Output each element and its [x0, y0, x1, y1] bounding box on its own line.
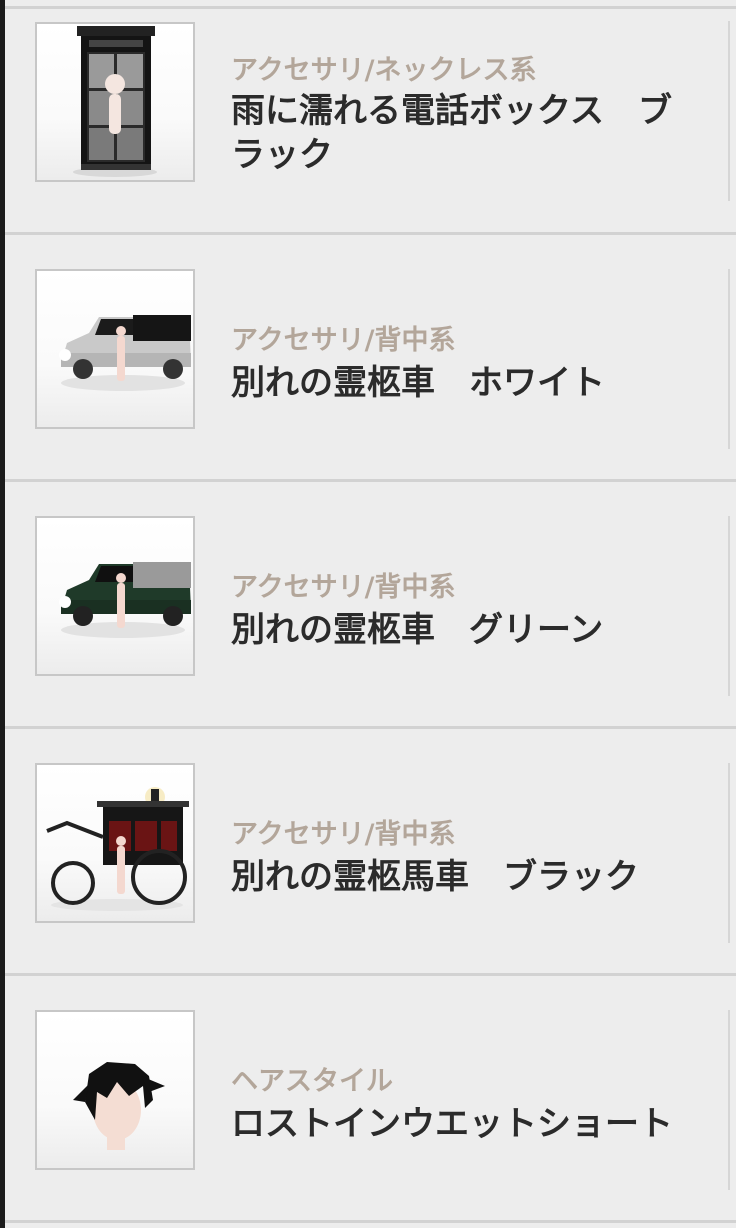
item-category: アクセサリ/背中系 [231, 325, 456, 356]
right-divider [728, 516, 730, 696]
right-divider [728, 21, 730, 201]
white-hearse-image [35, 269, 195, 429]
item-category: アクセサリ/背中系 [231, 572, 456, 603]
black-carriage-image [35, 763, 195, 923]
phone-booth-image [35, 22, 195, 182]
item-title: ロストインウエットショート [231, 1104, 673, 1144]
list-item[interactable]: アクセサリ/ネックレス系 雨に濡れる電話ボックス ブラック [5, 9, 736, 253]
item-title: 別れの霊柩車 グリーン [231, 610, 604, 650]
list-item[interactable]: アクセサリ/背中系 別れの霊柩馬車 ブラック [5, 729, 736, 973]
green-hearse-image [35, 516, 195, 676]
right-divider [728, 269, 730, 449]
right-divider [728, 1010, 730, 1190]
list-item[interactable]: ヘアスタイル ロストインウエットショート [5, 976, 736, 1220]
item-title: 雨に濡れる電話ボックス ブラック [231, 91, 672, 175]
right-divider [728, 763, 730, 943]
list-divider [5, 1220, 736, 1223]
hairstyle-image [35, 1010, 195, 1170]
item-list: アクセサリ/ネックレス系 雨に濡れる電話ボックス ブラック アクセサリ/背中系 … [5, 0, 736, 1228]
list-item[interactable]: アクセサリ/背中系 別れの霊柩車 ホワイト [5, 235, 736, 479]
item-category: アクセサリ/ネックレス系 [231, 55, 537, 86]
item-category: ヘアスタイル [231, 1066, 393, 1097]
item-category: アクセサリ/背中系 [231, 819, 456, 850]
item-title: 別れの霊柩馬車 ブラック [231, 857, 639, 897]
list-item[interactable]: アクセサリ/背中系 別れの霊柩車 グリーン [5, 482, 736, 726]
item-title: 別れの霊柩車 ホワイト [231, 363, 605, 403]
